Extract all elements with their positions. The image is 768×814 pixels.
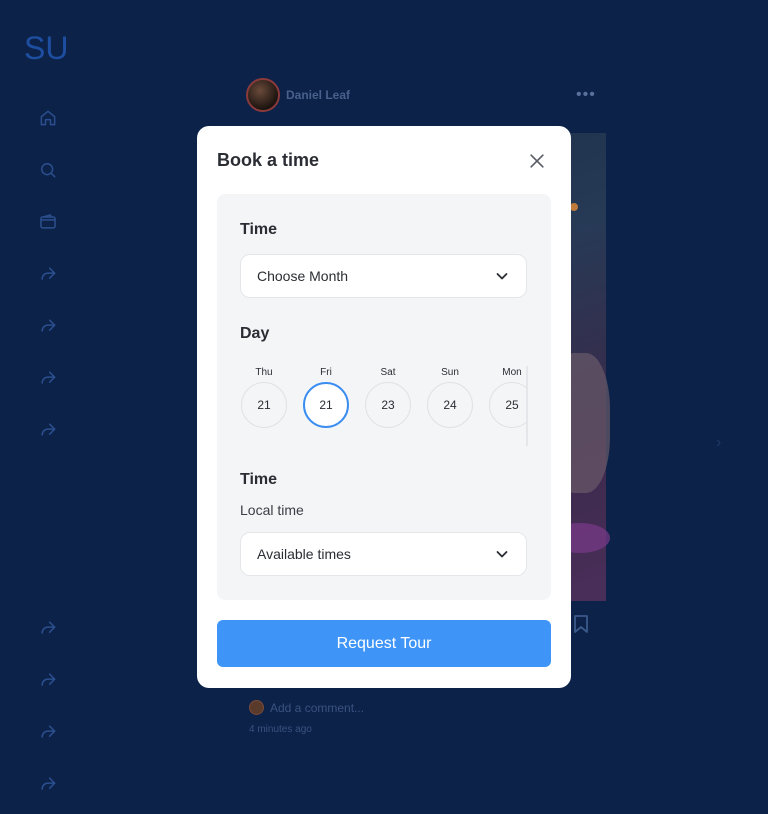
search-icon[interactable]	[36, 158, 60, 182]
post-header: Daniel Leaf	[246, 78, 350, 112]
avatar[interactable]	[246, 78, 280, 112]
comment-row[interactable]: Add a comment...	[249, 700, 364, 715]
more-horizontal-icon[interactable]: •••	[576, 86, 596, 104]
share-icon[interactable]	[36, 262, 60, 286]
wallet-icon[interactable]	[36, 210, 60, 234]
comment-input[interactable]: Add a comment...	[270, 701, 364, 715]
day-number[interactable]: 21	[303, 382, 349, 428]
day-option-mon[interactable]: Mon 25	[488, 366, 528, 428]
day-number[interactable]: 21	[241, 382, 287, 428]
request-tour-button[interactable]: Request Tour	[217, 620, 551, 667]
times-select[interactable]: Available times	[240, 532, 527, 576]
share-icon[interactable]	[36, 616, 60, 640]
day-option-fri[interactable]: Fri 21	[302, 366, 350, 428]
month-select[interactable]: Choose Month	[240, 254, 527, 298]
day-number[interactable]: 25	[489, 382, 528, 428]
day-name: Fri	[320, 367, 332, 378]
day-option-sat[interactable]: Sat 23	[364, 366, 412, 428]
time-label: Time	[240, 221, 278, 238]
day-name: Thu	[255, 367, 273, 378]
post-timestamp: 4 minutes ago	[249, 724, 312, 735]
day-number[interactable]: 23	[365, 382, 411, 428]
local-time-label: Local time	[240, 502, 304, 518]
day-name: Sun	[441, 367, 459, 378]
share-icon[interactable]	[36, 366, 60, 390]
day-picker: Thu 21 Fri 21 Sat 23 Sun 24 Mon 25	[240, 366, 528, 448]
month-select-value: Choose Month	[257, 268, 349, 284]
share-icon[interactable]	[36, 314, 60, 338]
chevron-down-icon	[494, 268, 510, 284]
post-author[interactable]: Daniel Leaf	[286, 88, 350, 102]
time-label: Time	[240, 471, 278, 488]
app-logo[interactable]: SU	[24, 30, 68, 67]
share-icon[interactable]	[36, 720, 60, 744]
booking-panel: Time Choose Month Day Thu 21 Fri 21 Sat …	[217, 194, 551, 600]
day-name: Mon	[502, 367, 522, 378]
share-icon[interactable]	[36, 418, 60, 442]
day-option-thu[interactable]: Thu 21	[240, 366, 288, 428]
modal-title: Book a time	[217, 150, 320, 170]
bookmark-icon[interactable]	[572, 614, 590, 634]
day-number[interactable]: 24	[427, 382, 473, 428]
times-select-value: Available times	[257, 546, 351, 562]
day-label: Day	[240, 325, 270, 342]
avatar	[249, 700, 264, 715]
chevron-right-icon[interactable]: ›	[716, 434, 721, 452]
share-icon[interactable]	[36, 772, 60, 796]
share-icon[interactable]	[36, 668, 60, 692]
chevron-down-icon	[494, 546, 510, 562]
home-icon[interactable]	[36, 106, 60, 130]
day-option-sun[interactable]: Sun 24	[426, 366, 474, 428]
day-name: Sat	[380, 367, 396, 378]
close-icon[interactable]	[525, 149, 549, 173]
book-time-modal: Book a time Time Choose Month Day Thu 21…	[197, 126, 571, 688]
